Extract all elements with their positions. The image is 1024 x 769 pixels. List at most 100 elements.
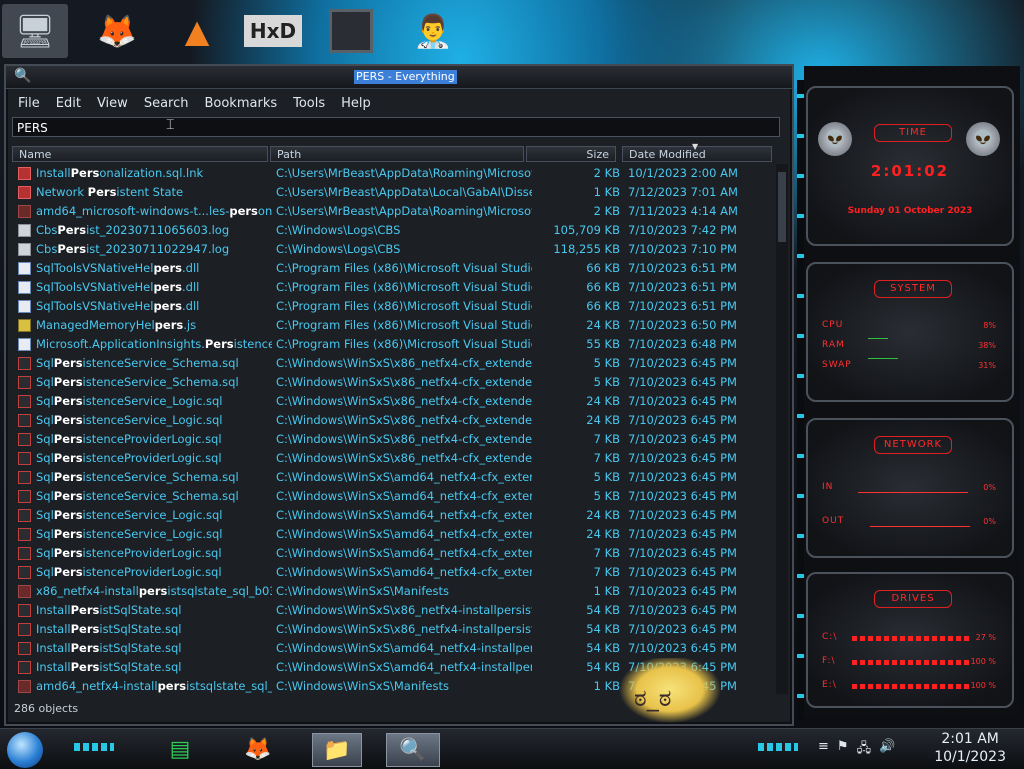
table-row[interactable]: SqlPersistenceProviderLogic.sql C:\Window… [12,563,774,582]
table-row[interactable]: CbsPersist_20230711065603.log C:\Windows\… [12,221,774,240]
menu-file[interactable]: File [10,94,48,114]
table-row[interactable]: SqlToolsVSNativeHelpers.dll C:\Program Fi… [12,259,774,278]
table-row[interactable]: SqlPersistenceService_Logic.sql C:\Window… [12,392,774,411]
vlc-icon[interactable]: ▲ [164,4,230,58]
file-name: SqlPersistenceService_Logic.sql [36,508,223,522]
file-path: C:\Windows\WinSxS\amd64_netfx4-installpe… [276,660,532,674]
table-row[interactable]: InstallPersistSqlState.sql C:\Windows\Win… [12,639,774,658]
log-file-icon [18,224,31,237]
file-name: CbsPersist_20230711022947.log [36,242,230,256]
taskbar-time: 2:01 AM [941,731,999,747]
table-row[interactable]: SqlPersistenceService_Schema.sql C:\Windo… [12,468,774,487]
file-name: InstallPersistSqlState.sql [36,660,182,674]
magnifier-icon: 🔍 [14,68,32,84]
table-row[interactable]: SqlPersistenceService_Schema.sql C:\Windo… [12,354,774,373]
table-row[interactable]: InstallPersonalization.sql.lnk C:\Users\M… [12,164,774,183]
taskbar: ▤ 🦊 📁 🔍 ≡ ⚑ 🖧 🔊 2:01 AM 10/1/2023 [0,728,1024,769]
sql-file-icon [18,528,31,541]
monitor-icon[interactable]: 🖥 [2,4,68,58]
file-size: 7 KB [593,451,620,465]
drive-f-value: 100 % [970,657,996,666]
file-size: 5 KB [593,470,620,484]
hxd-icon[interactable]: HxD [240,4,306,58]
file-path: C:\Windows\Logs\CBS [276,223,401,237]
scrollbar-thumb[interactable] [778,172,786,242]
vertical-scrollbar[interactable] [776,164,788,694]
column-header-name[interactable]: Name [12,146,268,162]
table-row[interactable]: x86_netfx4-installpersistsqlstate_sql_b0… [12,582,774,601]
table-row[interactable]: SqlPersistenceService_Schema.sql C:\Windo… [12,373,774,392]
file-path: C:\Program Files (x86)\Microsoft Visual … [276,318,532,332]
file-date-modified: 7/10/2023 7:10 PM [628,242,737,256]
file-name: SqlToolsVSNativeHelpers.dll [36,280,200,294]
file-path: C:\Program Files (x86)\Microsoft Visual … [276,261,532,275]
menu-view[interactable]: View [89,94,136,114]
menu-tools[interactable]: Tools [285,94,333,114]
dll-file-icon [18,281,31,294]
menu-edit[interactable]: Edit [48,94,89,114]
column-header-path[interactable]: Path [270,146,524,162]
menu-bookmarks[interactable]: Bookmarks [196,94,285,114]
taskbar-date: 10/1/2023 [934,749,1006,765]
file-date-modified: 7/10/2023 6:45 PM [628,641,737,655]
taskbar-light-right [758,743,798,751]
table-row[interactable]: SqlToolsVSNativeHelpers.dll C:\Program Fi… [12,278,774,297]
table-row[interactable]: CbsPersist_20230711022947.log C:\Windows\… [12,240,774,259]
firefox-icon[interactable]: 🦊 [84,4,150,58]
file-name: SqlPersistenceProviderLogic.sql [36,546,222,560]
taskbar-clock[interactable]: 2:01 AM 10/1/2023 [934,730,1006,766]
table-row[interactable]: SqlToolsVSNativeHelpers.dll C:\Program Fi… [12,297,774,316]
table-row[interactable]: SqlPersistenceService_Logic.sql C:\Window… [12,506,774,525]
table-row[interactable]: SqlPersistenceService_Logic.sql C:\Window… [12,525,774,544]
file-name: SqlPersistenceService_Logic.sql [36,527,223,541]
menu-search[interactable]: Search [136,94,197,114]
everything-window: 🔍 PERS - Everything File Edit View Searc… [4,64,794,726]
table-row[interactable]: SqlPersistenceProviderLogic.sql C:\Window… [12,449,774,468]
drive-e-bar [852,684,972,689]
swap-label: SWAP [822,360,852,370]
search-input[interactable]: PERS [12,117,780,137]
table-row[interactable]: SqlPersistenceService_Schema.sql C:\Windo… [12,487,774,506]
network-in-value: 0% [983,483,996,492]
action-center-flag-icon[interactable]: ⚑ [837,739,849,761]
table-row[interactable]: Network Persistent State C:\Users\MrBeast… [12,183,774,202]
file-name: x86_netfx4-installpersistsqlstate_sql_b0… [36,584,272,598]
file-name: InstallPersistSqlState.sql [36,603,182,617]
menu-help[interactable]: Help [333,94,379,114]
file-path: C:\Windows\WinSxS\x86_netfx4-installpers… [276,603,532,617]
taskbar-firefox-icon[interactable]: 🦊 [240,733,276,765]
table-row[interactable]: amd64_microsoft-windows-t...les-personal… [12,202,774,221]
file-date-modified: 7/10/2023 6:45 PM [628,546,737,560]
column-header-size[interactable]: Size [526,146,616,162]
maze-app-icon[interactable] [318,4,384,58]
drive-c-bar [852,636,972,641]
table-row[interactable]: SqlPersistenceProviderLogic.sql C:\Window… [12,430,774,449]
taskbar-file-explorer-icon[interactable]: 📁 [312,733,362,767]
volume-icon[interactable]: 🔊 [879,739,895,761]
table-row[interactable]: InstallPersistSqlState.sql C:\Windows\Win… [12,601,774,620]
show-desktop-icon[interactable]: ≡ [818,739,829,761]
file-name: SqlPersistenceService_Schema.sql [36,356,239,370]
file-name: SqlPersistenceService_Schema.sql [36,375,239,389]
table-row[interactable]: SqlPersistenceService_Logic.sql C:\Window… [12,411,774,430]
title-bar[interactable]: 🔍 PERS - Everything [6,66,792,89]
table-row[interactable]: Microsoft.ApplicationInsights.Persistenc… [12,335,774,354]
file-size: 2 KB [593,166,620,180]
table-row[interactable]: InstallPersistSqlState.sql C:\Windows\Win… [12,620,774,639]
start-button[interactable] [7,732,43,768]
time-widget: 👽 👽 TIME 2:01:02 Sunday 01 October 2023 [806,86,1014,246]
taskbar-notes-app-icon[interactable]: ▤ [162,733,198,765]
network-tray-icon[interactable]: 🖧 [857,739,872,761]
system-widget: SYSTEM CPU 8% RAM 38% SWAP 31% [806,262,1014,402]
network-out-label: OUT [822,516,845,526]
drive-c-label: C:\ [822,632,838,642]
taskbar-everything-search-icon[interactable]: 🔍 [386,733,440,767]
doctor-user-icon[interactable]: 👨‍⚕️ [400,4,466,58]
file-size: 5 KB [593,356,620,370]
file-name: Microsoft.ApplicationInsights.Persistenc… [36,337,272,351]
network-out-value: 0% [983,517,996,526]
table-row[interactable]: ManagedMemoryHelpers.js C:\Program Files … [12,316,774,335]
file-date-modified: 7/10/2023 6:45 PM [628,584,737,598]
file-size: 24 KB [586,508,620,522]
table-row[interactable]: SqlPersistenceProviderLogic.sql C:\Window… [12,544,774,563]
